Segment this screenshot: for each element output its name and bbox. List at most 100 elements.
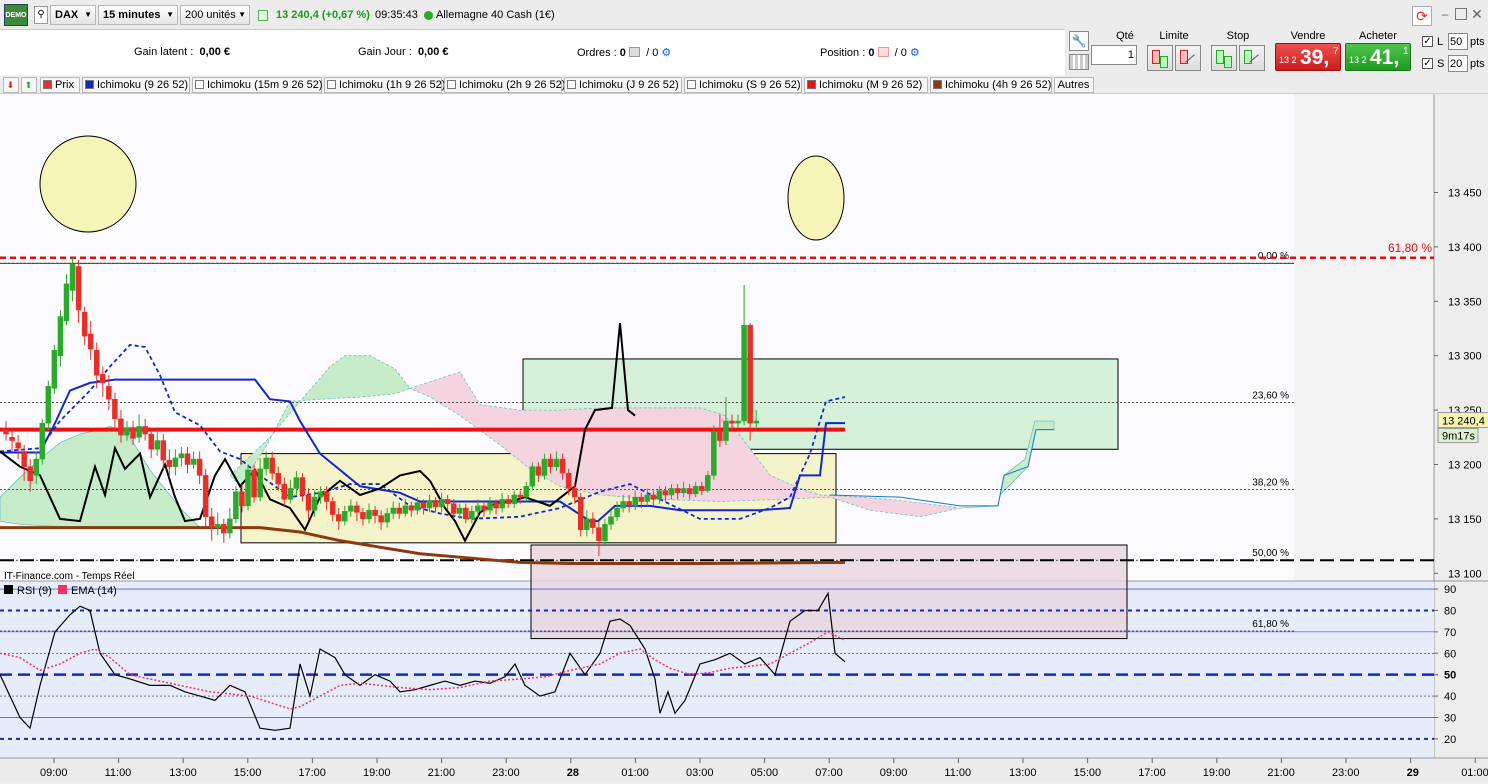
pin-icon[interactable]: ⚲ — [34, 6, 48, 24]
time-tick-label: 21:00 — [1267, 767, 1295, 779]
price-chart-svg[interactable]: 0,00 %23,60 %38,20 %50,00 %61,80 %61,80 … — [0, 94, 1488, 781]
chevron-down-icon: ▼ — [238, 10, 246, 19]
legend-label: Ichimoku (M 9 26 52) — [819, 79, 923, 91]
chevron-down-icon: ▼ — [84, 10, 92, 19]
time-tick-label: 01:00 — [621, 767, 649, 779]
chevron-down-icon: ▼ — [166, 10, 174, 19]
fib-label: 23,60 % — [1252, 390, 1289, 401]
price-tick-label: 13 350 — [1448, 296, 1482, 308]
candle-down — [674, 488, 681, 494]
legend-label: Ichimoku (9 26 52) — [97, 79, 189, 91]
refresh-icon[interactable]: ⟳ — [1412, 6, 1432, 26]
legend-item[interactable]: Ichimoku (M 9 26 52) — [804, 77, 928, 93]
sell-button[interactable]: 13 2 39, 7 — [1275, 43, 1341, 71]
limit-buy-button[interactable] — [1147, 45, 1173, 71]
legend-swatch — [567, 80, 576, 89]
candle-up — [257, 468, 263, 498]
time-tick-label: 19:00 — [1203, 767, 1231, 779]
legend-item[interactable]: Prix — [40, 77, 80, 93]
l-label: L — [1437, 36, 1444, 48]
legend-autres-button[interactable]: Autres — [1054, 77, 1094, 93]
acheter-label: Acheter — [1359, 30, 1397, 42]
quote-chart-icon[interactable] — [258, 10, 268, 21]
minimize-icon[interactable]: – — [1438, 8, 1452, 22]
candle-down — [142, 426, 148, 435]
candle-down — [638, 496, 644, 502]
candle-down — [299, 477, 306, 496]
candle-down — [275, 472, 281, 485]
candle-down — [160, 440, 167, 461]
candle-down — [662, 490, 669, 496]
legend-down-arrow-button[interactable]: ⬇ — [3, 77, 19, 93]
wrench-icon[interactable]: 🔧 — [1069, 31, 1089, 51]
candle-down — [590, 518, 596, 528]
close-icon[interactable]: ✕ — [1470, 6, 1484, 22]
time-tick-label: 01:00 — [1461, 767, 1488, 779]
candle-down — [481, 505, 487, 511]
legend-item[interactable]: Ichimoku (2h 9 26 52) — [444, 77, 565, 93]
limite-label: Limite — [1159, 30, 1189, 42]
keypad-icon[interactable] — [1069, 54, 1089, 70]
chart-area[interactable]: 0,00 %23,60 %38,20 %50,00 %61,80 %61,80 … — [0, 94, 1488, 781]
order-panel: 🔧 Qté Limite Stop Vendre 13 2 39, 7 Ache… — [1065, 28, 1488, 76]
maximize-icon[interactable] — [1455, 8, 1467, 20]
candle-up — [602, 524, 608, 541]
legend-item[interactable]: Ichimoku (J 9 26 52) — [564, 77, 682, 93]
rsi-swatch — [4, 585, 13, 594]
rsi-tick-label: 50 — [1444, 670, 1456, 682]
candle-down — [444, 499, 451, 504]
candle-down — [596, 527, 602, 541]
time-tick-label: 07:00 — [815, 767, 843, 779]
candle-up — [190, 458, 197, 465]
legend-label: Ichimoku (15m 9 26 52) — [207, 79, 323, 91]
legend-item[interactable]: Ichimoku (4h 9 26 52) — [930, 77, 1052, 93]
timeframe-select[interactable]: 15 minutes ▼ — [98, 5, 178, 25]
candle-up — [384, 513, 390, 523]
candle-up — [741, 324, 747, 422]
candle-up — [63, 283, 70, 322]
stop-buy-button[interactable] — [1211, 45, 1237, 71]
time-tick-label: 23:00 — [492, 767, 520, 779]
candle-up — [680, 488, 687, 494]
candle-down — [396, 507, 402, 514]
position[interactable]: Position : 0 / 0 ⚙ — [820, 46, 920, 59]
legend-item[interactable]: Ichimoku (S 9 26 52) — [684, 77, 802, 93]
qte-input[interactable] — [1091, 45, 1137, 65]
candle-down — [15, 442, 21, 449]
account-info-bar: Gain latent : 0,00 € Gain Jour : 0,00 € … — [0, 30, 1065, 75]
candle-up — [499, 499, 505, 509]
buy-button[interactable]: 13 2 41, 1 — [1345, 43, 1411, 71]
ordres[interactable]: Ordres : 0 / 0 ⚙ — [577, 46, 671, 59]
red-dashed-label: 61,80 % — [1388, 241, 1432, 255]
qte-label: Qté — [1116, 30, 1134, 42]
legend-up-arrow-button[interactable]: ⬆ — [21, 77, 37, 93]
candle-up — [317, 491, 324, 498]
candle-up — [287, 488, 294, 500]
s-pts: pts — [1470, 58, 1485, 70]
candle-down — [100, 373, 106, 384]
units-select[interactable]: 200 unités ▼ — [180, 5, 250, 25]
legend-item[interactable]: Ichimoku (1h 9 26 52) — [324, 77, 445, 93]
fib-label: 50,00 % — [1252, 548, 1289, 559]
legend-item[interactable]: Ichimoku (15m 9 26 52) — [192, 77, 323, 93]
candle-up — [124, 427, 130, 436]
candle-down — [420, 502, 427, 509]
s-input[interactable] — [1448, 55, 1468, 72]
candle-down — [578, 496, 584, 531]
l-checkbox[interactable]: ✓ — [1422, 36, 1433, 47]
instrument-select[interactable]: DAX ▼ — [50, 5, 96, 25]
legend-swatch — [447, 80, 456, 89]
candle-up — [154, 440, 160, 450]
legend-item[interactable]: Ichimoku (9 26 52) — [82, 77, 190, 93]
candle-up — [178, 453, 185, 459]
limit-sell-button[interactable] — [1175, 45, 1201, 71]
s-checkbox[interactable]: ✓ — [1422, 58, 1433, 69]
stop-sell-button[interactable] — [1239, 45, 1265, 71]
l-input[interactable] — [1448, 33, 1468, 50]
candle-up — [33, 458, 39, 476]
candle-down — [535, 466, 542, 476]
gain-latent: Gain latent : 0,00 € — [134, 46, 231, 58]
time-tick-label: 17:00 — [298, 767, 326, 779]
candle-up — [215, 524, 221, 528]
rsi-tick-label: 40 — [1444, 691, 1456, 703]
